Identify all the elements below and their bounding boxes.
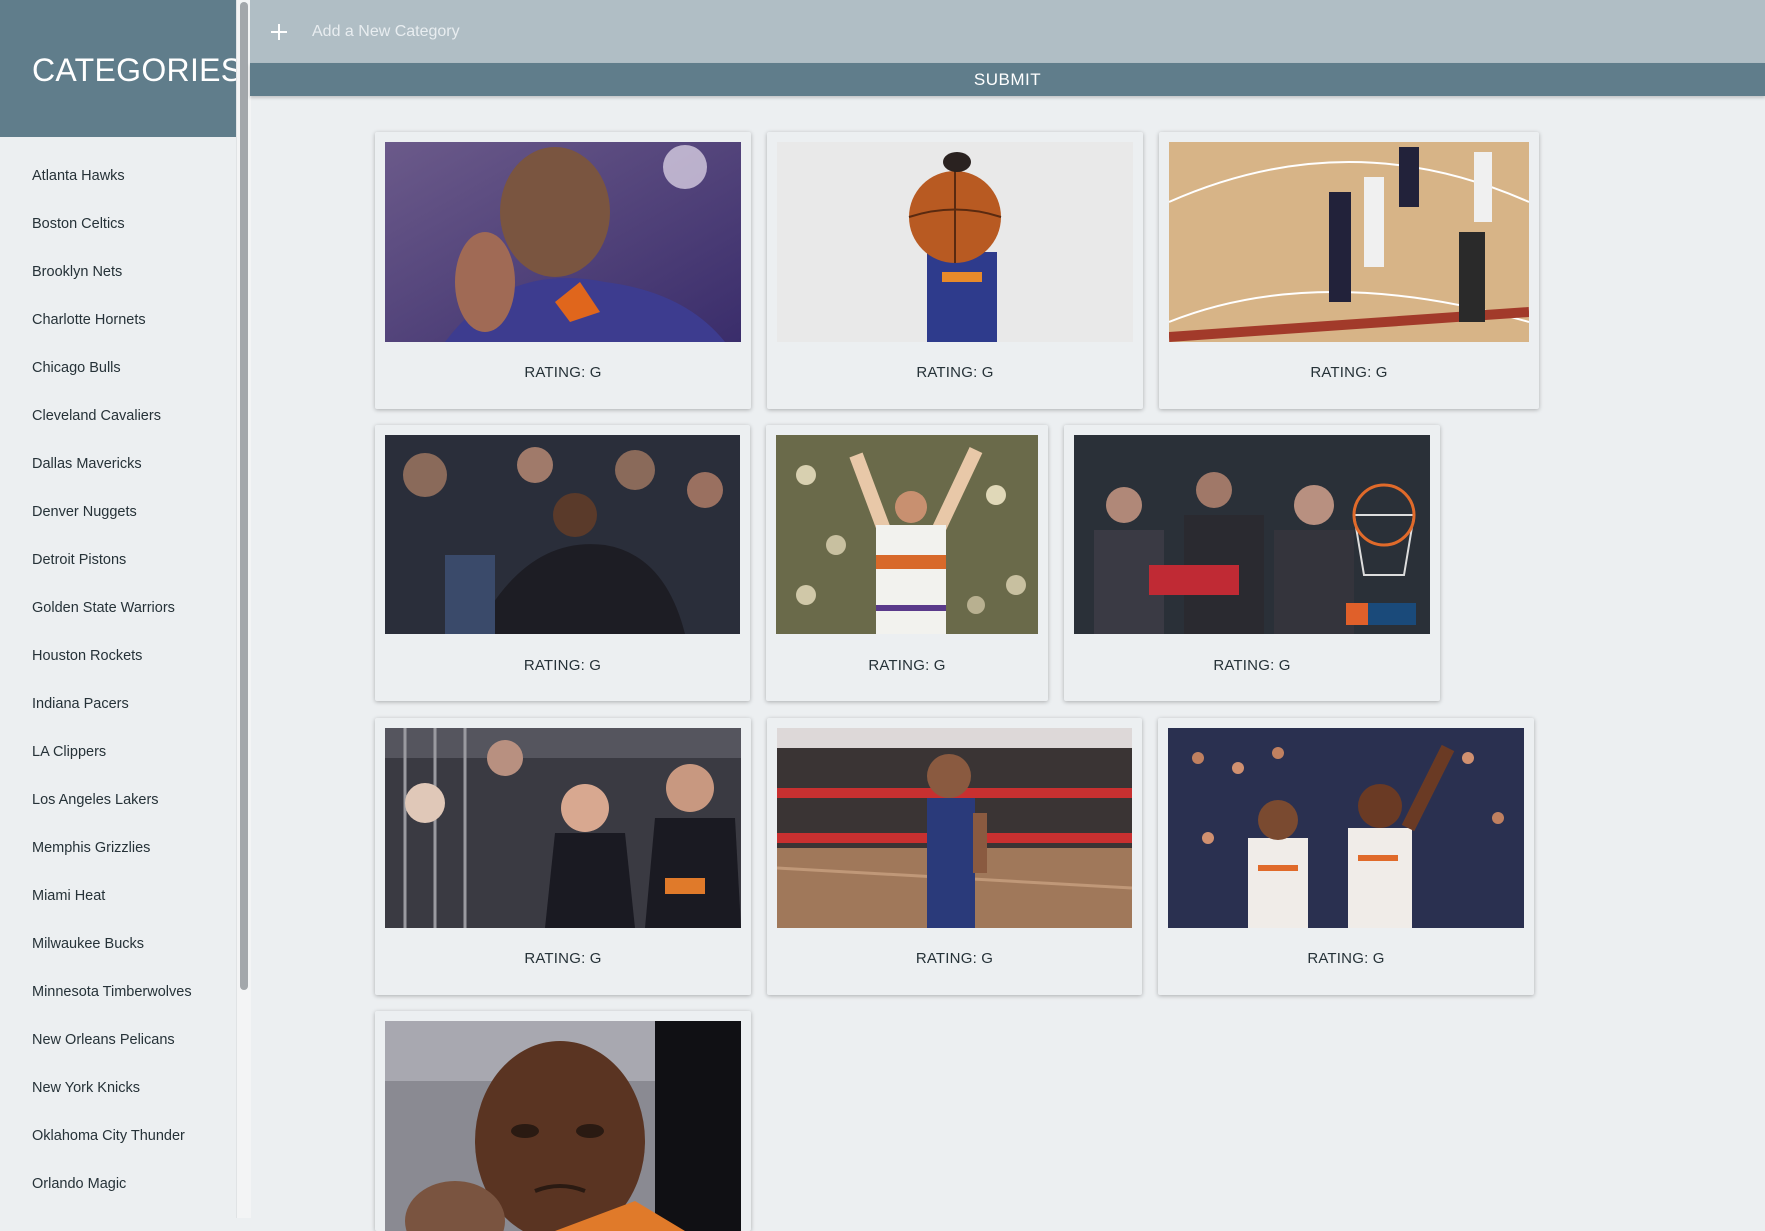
gif-image[interactable] [1074,435,1430,634]
sidebar-title: CATEGORIES [0,0,236,137]
rating-label: RATING: G [524,364,602,381]
gif-image[interactable] [385,1021,741,1231]
gif-card: RATING: G [375,132,751,409]
rating-label: RATING: G [916,364,994,381]
category-item[interactable]: Orlando Magic [0,1160,236,1208]
gif-card: RATING: G [375,718,751,995]
categories-sidebar: CATEGORIES Atlanta Hawks Boston Celtics … [0,0,236,1218]
gif-image[interactable] [1168,728,1524,928]
category-item[interactable]: Golden State Warriors [0,584,236,632]
category-item[interactable]: New York Knicks [0,1064,236,1112]
category-item[interactable]: LA Clippers [0,728,236,776]
rating-label: RATING: G [868,657,946,674]
gif-card: RATING: G [767,132,1143,409]
category-item[interactable]: Denver Nuggets [0,488,236,536]
submit-button[interactable]: SUBMIT [250,63,1765,96]
plus-icon[interactable] [268,21,290,43]
category-item[interactable]: Dallas Mavericks [0,440,236,488]
category-item[interactable]: Indiana Pacers [0,680,236,728]
gif-card [375,1011,751,1231]
category-item[interactable]: Minnesota Timberwolves [0,968,236,1016]
category-item[interactable]: Brooklyn Nets [0,248,236,296]
gif-card: RATING: G [375,425,750,701]
scrollbar-thumb[interactable] [240,2,248,990]
category-item[interactable]: Houston Rockets [0,632,236,680]
gif-card: RATING: G [1064,425,1440,701]
rating-label: RATING: G [524,950,602,967]
rating-label: RATING: G [523,657,602,674]
gif-card: RATING: G [1159,132,1539,409]
gif-image[interactable] [385,728,741,928]
category-item[interactable]: Charlotte Hornets [0,296,236,344]
sidebar-scrollbar[interactable] [236,0,251,1218]
gif-image[interactable] [777,728,1132,928]
category-list: Atlanta Hawks Boston Celtics Brooklyn Ne… [0,137,236,1208]
category-item[interactable]: Chicago Bulls [0,344,236,392]
gif-card: RATING: G [766,425,1048,701]
category-item[interactable]: New Orleans Pelicans [0,1016,236,1064]
rating-label: RATING: G [1307,950,1385,967]
category-item[interactable]: Boston Celtics [0,200,236,248]
gif-image[interactable] [776,435,1038,634]
gif-card: RATING: G [767,718,1142,995]
gif-image[interactable] [777,142,1133,342]
category-item[interactable]: Memphis Grizzlies [0,824,236,872]
add-category-bar [250,0,1765,63]
category-item[interactable]: Milwaukee Bucks [0,920,236,968]
gif-image[interactable] [1169,142,1529,342]
category-item[interactable]: Los Angeles Lakers [0,776,236,824]
category-item[interactable]: Oklahoma City Thunder [0,1112,236,1160]
rating-label: RATING: G [1213,657,1291,674]
rating-label: RATING: G [915,950,994,967]
category-item[interactable]: Atlanta Hawks [0,152,236,200]
category-item[interactable]: Cleveland Cavaliers [0,392,236,440]
gif-card: RATING: G [1158,718,1534,995]
category-item[interactable]: Miami Heat [0,872,236,920]
rating-label: RATING: G [1310,364,1388,381]
new-category-input[interactable] [310,10,1014,53]
category-item[interactable]: Detroit Pistons [0,536,236,584]
gif-image[interactable] [385,435,740,634]
gif-image[interactable] [385,142,741,342]
